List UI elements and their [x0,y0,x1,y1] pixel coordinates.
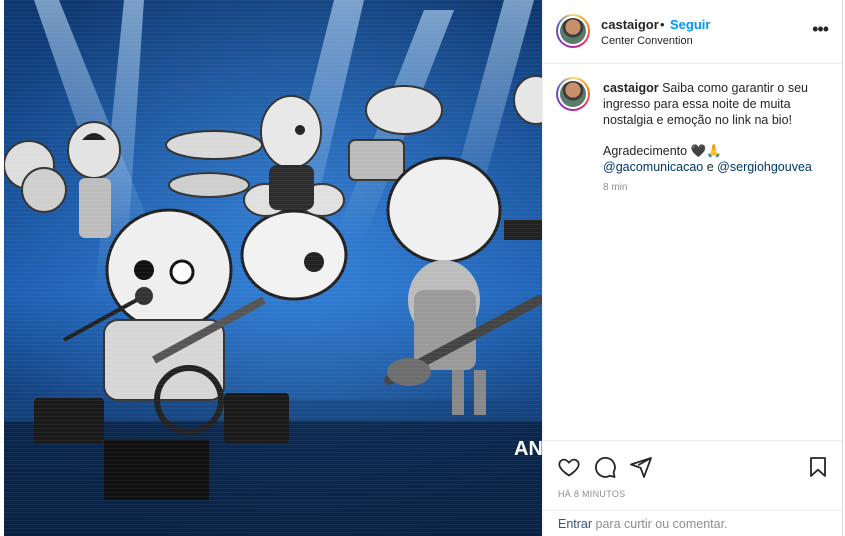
profile-photo [560,18,586,44]
comment-login-prompt: Entrar para curtir ou comentar. [543,510,842,536]
action-bar: HÁ 8 MINUTOS [543,440,842,510]
band-illustration: AN [4,0,542,536]
send-icon[interactable] [629,455,653,479]
post-date[interactable]: HÁ 8 MINUTOS [558,489,625,499]
mention-link-gacomunicacao[interactable]: @gacomunicacao [603,160,703,174]
separator-dot: • [660,17,665,32]
username-link[interactable]: castaigor [601,17,659,32]
heart-icon[interactable] [557,455,581,479]
login-link[interactable]: Entrar [558,517,592,531]
image-watermark: AN [514,438,542,460]
avatar[interactable] [556,14,590,48]
caption-timestamp[interactable]: 8 min [603,182,627,193]
mention-connector: e [706,160,714,174]
login-prompt-text: para curtir ou comentar. [595,517,728,531]
caption-avatar[interactable] [556,77,590,111]
post-sidebar: castaigor • Seguir Center Convention •••… [542,0,843,536]
post-header: castaigor • Seguir Center Convention ••• [543,0,842,64]
caption-thanks: Agradecimento 🖤🙏 [603,144,722,158]
caption-username[interactable]: castaigor [603,81,659,95]
more-options-icon[interactable]: ••• [812,20,829,38]
mention-link-sergiohgouvea[interactable]: @sergiohgouvea [717,160,812,174]
follow-button[interactable]: Seguir [670,17,710,32]
post-image[interactable]: AN [4,0,542,536]
instagram-post-view: AN castaigor • Seguir Center Convention … [0,0,845,536]
comment-icon[interactable] [593,455,617,479]
location-link[interactable]: Center Convention [601,35,693,47]
bookmark-icon[interactable] [806,455,830,479]
post-caption: castaigor Saiba como garantir o seu ingr… [603,80,831,175]
profile-photo [560,81,586,107]
caption-mentions: @gacomunicacao e @sergiohgouvea [603,159,831,175]
